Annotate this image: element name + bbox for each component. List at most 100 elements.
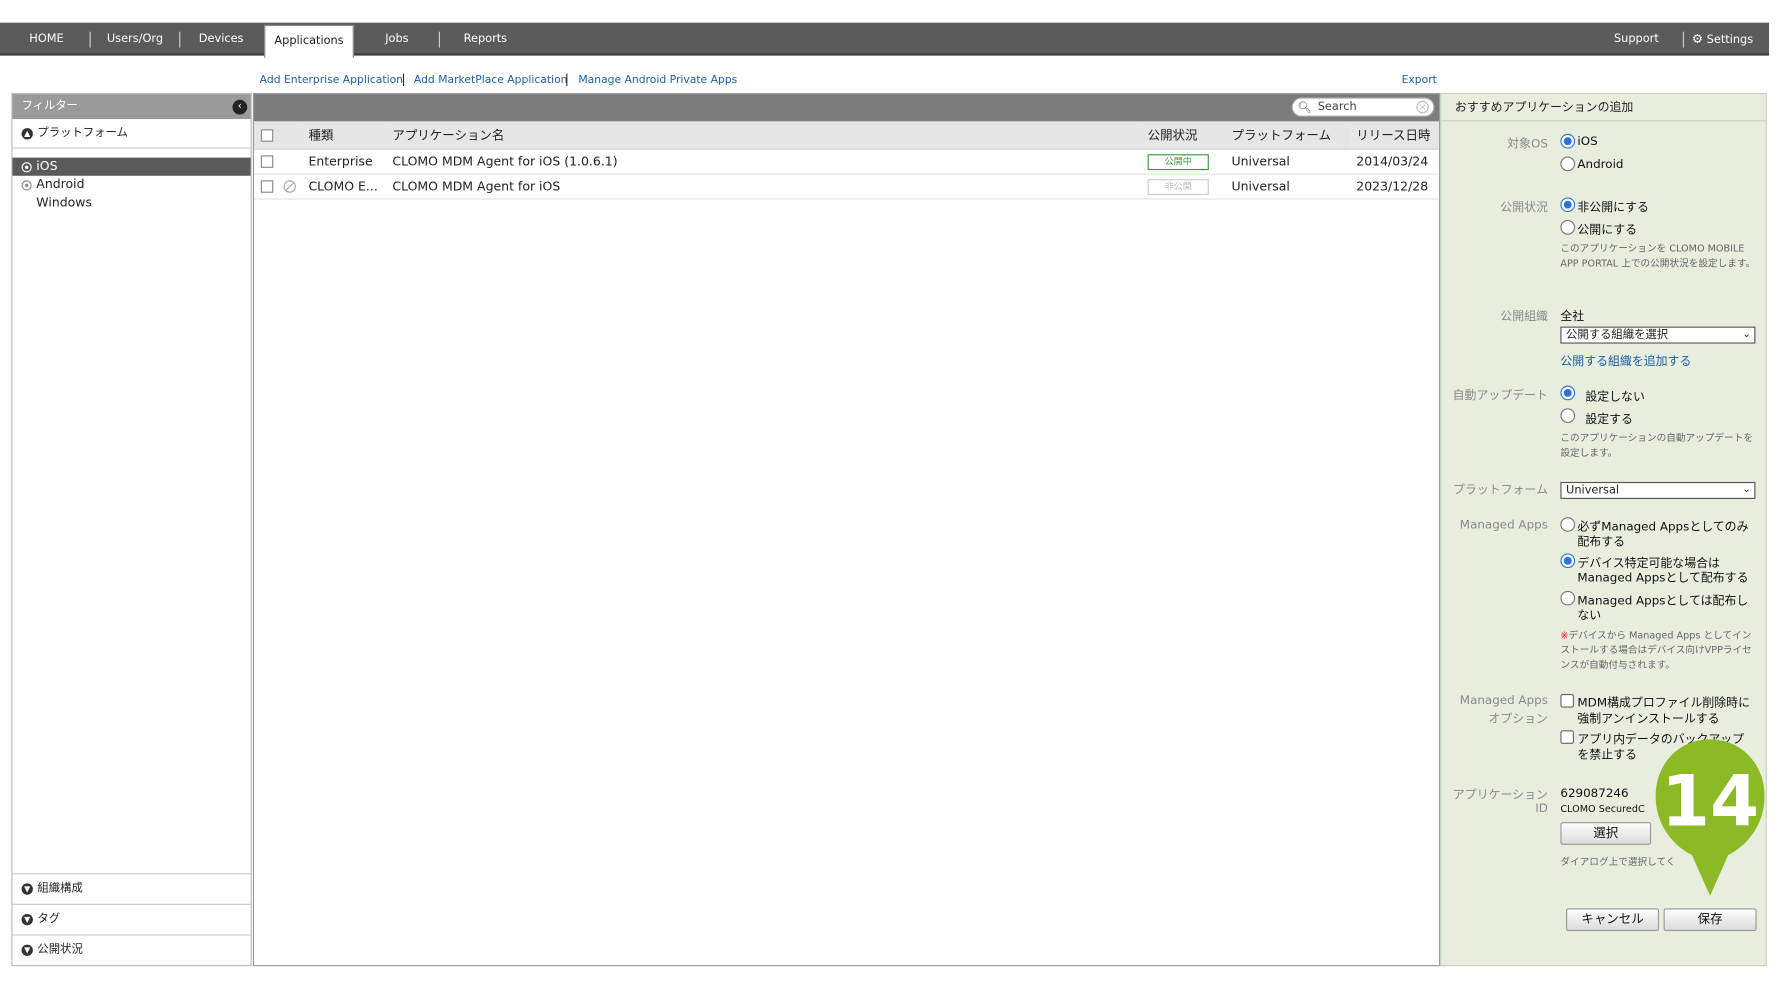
table-row[interactable]: CLOMO E... CLOMO MDM Agent for iOS 非公開 U…	[254, 173, 1440, 200]
autoupdate-note: このアプリケーションの自動アップデートを設定します。	[1560, 433, 1753, 460]
publish-radio-public[interactable]	[1560, 219, 1576, 235]
os-label: 対象OS	[1507, 137, 1548, 151]
appid-label: アプリケーション	[1452, 788, 1548, 802]
row-checkbox[interactable]	[260, 180, 274, 193]
autoupdate-option-on[interactable]: 設定する	[1585, 411, 1633, 428]
export-link[interactable]: Export	[1402, 74, 1437, 86]
autoupdate-option-off[interactable]: 設定しない	[1585, 388, 1645, 405]
platform-label: プラットフォーム	[1453, 483, 1548, 497]
nav-settings-label: Settings	[1706, 34, 1754, 47]
managed-opt-label: Managed Apps	[1459, 694, 1548, 708]
os-option-ios[interactable]: iOS	[1577, 135, 1597, 149]
col-platform[interactable]: プラットフォーム	[1226, 121, 1352, 150]
filter-section-status[interactable]: ▼ 公開状況	[12, 934, 251, 965]
manage-android-link[interactable]: Manage Android Private Apps	[578, 74, 737, 86]
status-badge: 非公開	[1147, 178, 1209, 195]
managed-radio-only[interactable]	[1560, 517, 1576, 532]
cell-platform: Universal	[1226, 173, 1352, 200]
filter-section-tag[interactable]: ▼ タグ	[12, 903, 251, 935]
filter-item-ios[interactable]: iOS	[12, 157, 251, 176]
filter-item-label: Windows	[36, 195, 92, 210]
cell-app-name: CLOMO MDM Agent for iOS	[387, 173, 1144, 200]
filter-section-org[interactable]: ▼ 組織構成	[12, 873, 251, 904]
cell-platform: Universal	[1226, 148, 1352, 175]
table-row[interactable]: Enterprise CLOMO MDM Agent for iOS (1.0.…	[254, 148, 1440, 175]
col-app-name[interactable]: アプリケーション名	[387, 121, 1144, 150]
os-radio-android[interactable]	[1560, 156, 1576, 172]
filter-section-label: プラットフォーム	[37, 127, 128, 140]
managed-note: ※デバイスから Managed Apps としてインストールする場合はデバイス向…	[1560, 630, 1752, 672]
add-marketplace-link[interactable]: Add MarketPlace Application	[414, 74, 568, 86]
filter-item-android[interactable]: Android	[12, 176, 250, 194]
publish-option-public[interactable]: 公開にする	[1577, 221, 1637, 238]
save-button[interactable]: 保存	[1663, 908, 1757, 932]
nav-tab-jobs[interactable]: Jobs	[361, 23, 434, 56]
filter-item-label: iOS	[36, 158, 58, 174]
page: HOME Users/Org Devices Applications Jobs…	[0, 0, 1778, 998]
cell-app-name: CLOMO MDM Agent for iOS (1.0.6.1)	[387, 148, 1144, 175]
chevron-up-icon: ▲	[21, 128, 33, 140]
clear-icon[interactable]: ×	[1416, 100, 1429, 114]
chevron-down-icon: ▼	[21, 883, 33, 895]
chevron-down-icon: ⌄	[1742, 328, 1751, 341]
os-option-android[interactable]: Android	[1577, 158, 1623, 172]
uninstall-option-1[interactable]: MDM構成プロファイル削除時に	[1577, 694, 1750, 711]
nav-tab-devices[interactable]: Devices	[185, 23, 258, 56]
publish-option-private[interactable]: 非公開にする	[1577, 198, 1649, 215]
platform-select[interactable]: Universal ⌄	[1560, 481, 1756, 499]
org-select-value: 公開する組織を選択	[1566, 328, 1669, 342]
nav-support[interactable]: Support	[1603, 23, 1669, 56]
managed-label: Managed Apps	[1459, 518, 1548, 532]
publish-radio-private[interactable]	[1560, 197, 1576, 213]
cancel-button[interactable]: キャンセル	[1566, 908, 1660, 932]
radio-icon	[21, 180, 32, 191]
appid-value: 629087246	[1560, 786, 1629, 801]
chevron-down-icon: ▼	[21, 914, 33, 926]
autoupdate-radio-on[interactable]	[1560, 408, 1576, 423]
filter-item-windows[interactable]: Windows	[12, 194, 250, 212]
filter-panel: フィルター ‹ ▲ プラットフォーム iOS Android Windows ▼…	[11, 92, 252, 967]
col-release-date[interactable]: リリース日時	[1351, 121, 1440, 150]
nav-tab-home[interactable]: HOME	[11, 23, 81, 56]
managed-option-none-1[interactable]: Managed Appsとしては配布し	[1577, 592, 1748, 609]
row-checkbox[interactable]	[260, 155, 274, 168]
filter-section-label: 組織構成	[37, 882, 83, 895]
managed-radio-device[interactable]	[1560, 553, 1576, 569]
search-input[interactable]: 🔍︎ Search ×	[1291, 97, 1435, 117]
cell-type: Enterprise	[303, 148, 388, 175]
backup-checkbox[interactable]	[1560, 730, 1574, 744]
nav-tab-reports[interactable]: Reports	[445, 23, 527, 56]
backup-option-2: を禁止する	[1577, 748, 1637, 763]
search-icon: 🔍︎	[1297, 102, 1312, 115]
filter-section-platform[interactable]: ▲ プラットフォーム	[12, 119, 251, 149]
cell-date: 2014/03/24	[1351, 148, 1440, 175]
uninstall-checkbox[interactable]	[1560, 694, 1574, 708]
autoupdate-radio-off[interactable]	[1560, 385, 1576, 401]
org-select[interactable]: 公開する組織を選択 ⌄	[1560, 326, 1756, 344]
nav-tab-applications[interactable]: Applications	[264, 24, 354, 58]
col-status[interactable]: 公開状況	[1143, 121, 1227, 150]
nav-settings[interactable]: ⚙ Settings	[1692, 23, 1753, 56]
appid-name: CLOMO SecuredC	[1560, 804, 1645, 816]
collapse-left-icon[interactable]: ‹	[232, 99, 248, 115]
publish-note: このアプリケーションを CLOMO MOBILE APP PORTAL 上での公…	[1560, 243, 1756, 270]
os-radio-ios[interactable]	[1560, 133, 1576, 149]
platform-select-value: Universal	[1566, 484, 1620, 497]
managed-radio-none[interactable]	[1560, 590, 1576, 606]
publish-label: 公開状況	[1500, 200, 1548, 215]
filter-section-label: 公開状況	[37, 943, 83, 956]
nav-tab-users[interactable]: Users/Org	[95, 23, 174, 56]
col-type[interactable]: 種類	[303, 121, 388, 150]
autoupdate-label: 自動アップデート	[1452, 388, 1548, 403]
select-app-button[interactable]: 選択	[1560, 822, 1652, 845]
select-all-checkbox[interactable]	[260, 128, 274, 142]
cell-date: 2023/12/28	[1351, 173, 1440, 200]
add-enterprise-link[interactable]: Add Enterprise Application	[260, 74, 403, 86]
uninstall-option-2: 強制アンインストールする	[1577, 712, 1720, 726]
add-org-link[interactable]: 公開する組織を追加する	[1560, 353, 1691, 370]
callout-number: 14	[1661, 761, 1759, 843]
filter-item-label: Android	[36, 176, 85, 192]
managed-option-none-2: ない	[1577, 608, 1602, 623]
chevron-down-icon: ⌄	[1742, 484, 1751, 496]
filter-header: フィルター ‹	[12, 94, 251, 120]
